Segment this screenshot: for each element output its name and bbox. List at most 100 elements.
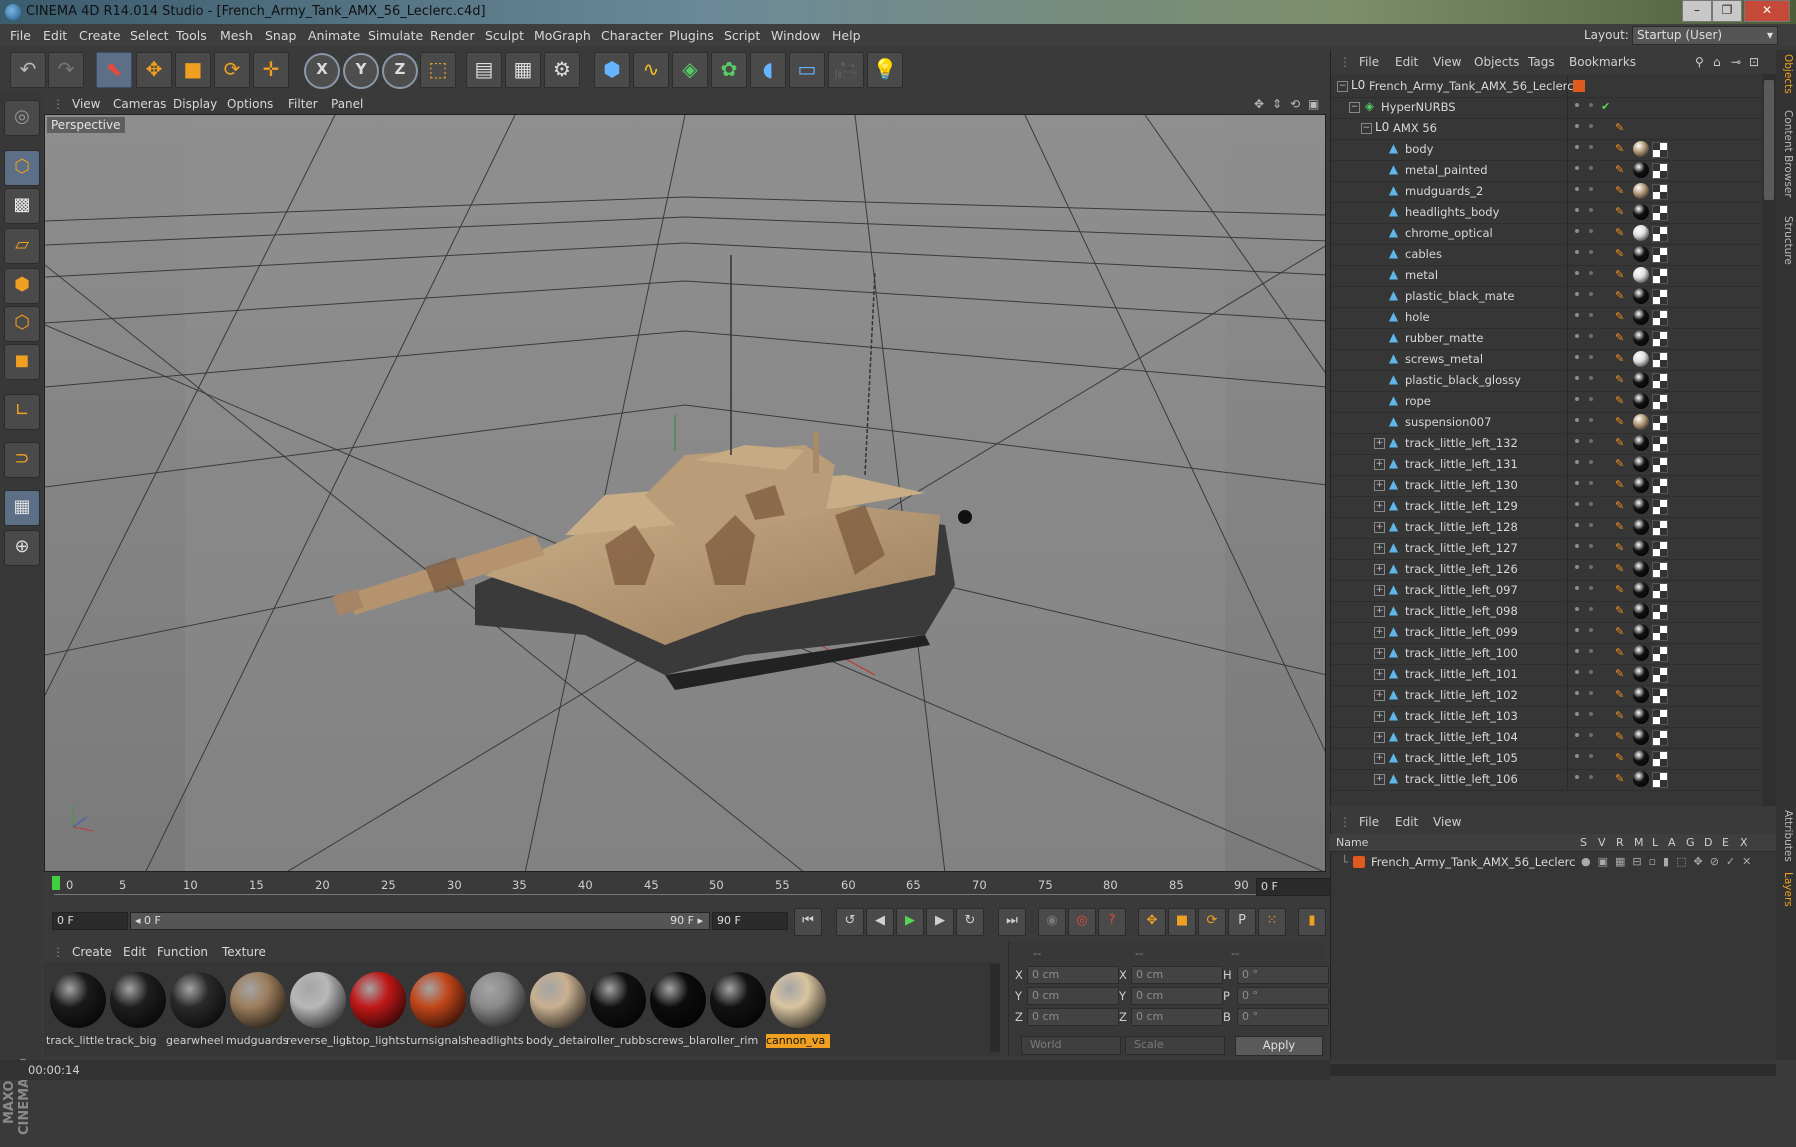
material-tag-icon[interactable] [1633,414,1649,430]
key-scale-icon[interactable]: ■ [1168,908,1196,936]
visibility-dots[interactable] [1575,649,1579,653]
menu-window[interactable]: Window [771,28,820,43]
menu-file[interactable]: File [10,28,31,43]
tree-row[interactable]: + ▲ track_little_left_129 ✎ [1331,496,1762,518]
menu-help[interactable]: Help [832,28,861,43]
expand-icon[interactable]: + [1374,438,1385,449]
render-picture-viewer-icon[interactable]: ▦ [505,52,541,88]
phong-tag-icon[interactable]: ✎ [1615,269,1627,281]
visibility-dots[interactable] [1575,376,1579,380]
material-tag-icon[interactable] [1633,687,1649,703]
menu-edit[interactable]: Edit [43,28,67,43]
uvw-tag-icon[interactable] [1652,688,1668,704]
phong-tag-icon[interactable]: ✎ [1615,563,1627,575]
rot-h-field[interactable]: 0 ° [1237,966,1329,984]
tree-row-group[interactable]: − L0 AMX 56 ✎ [1331,118,1762,140]
visibility-dots[interactable] [1575,166,1579,170]
phong-tag-icon[interactable]: ✎ [1615,584,1627,596]
col-generators[interactable]: G [1686,836,1695,849]
vp-menu-panel[interactable]: Panel [331,97,363,111]
uvw-tag-icon[interactable] [1652,604,1668,620]
x-axis-lock-icon[interactable]: X [304,53,340,89]
tree-row[interactable]: ▲ metal ✎ [1331,265,1762,287]
expand-icon[interactable]: + [1374,501,1385,512]
keyframe-selection-icon[interactable]: ? [1098,908,1126,936]
visibility-dots[interactable] [1575,229,1579,233]
col-view[interactable]: V [1598,836,1606,849]
search-icon[interactable]: ⚲ [1695,55,1704,69]
move-icon[interactable]: ✥ [136,52,172,88]
visibility-dots[interactable] [1575,691,1579,695]
undo-icon[interactable]: ↶ [10,52,46,88]
live-selection-icon[interactable]: ⬉ [96,52,132,88]
key-parameter-icon[interactable]: P [1228,908,1256,936]
tree-row[interactable]: + ▲ track_little_left_105 ✎ [1331,748,1762,770]
snapping-icon[interactable]: ▦ [4,490,40,526]
visibility-dots[interactable] [1575,208,1579,212]
tree-row[interactable]: + ▲ track_little_left_128 ✎ [1331,517,1762,539]
material-swatch[interactable]: roller_rim [706,970,770,1052]
camera-icon[interactable]: 🎥 [828,52,864,88]
col-expressions[interactable]: E [1722,836,1729,849]
prev-frame-icon[interactable]: ◀ [866,908,894,936]
phong-tag-icon[interactable]: ✎ [1615,752,1627,764]
menu-select[interactable]: Select [130,28,169,43]
phong-tag-icon[interactable]: ✎ [1615,542,1627,554]
tree-row[interactable]: ▲ body ✎ [1331,139,1762,161]
material-scrollbar[interactable] [990,964,1000,1052]
phong-tag-icon[interactable]: ✎ [1615,773,1627,785]
uvw-tag-icon[interactable] [1652,436,1668,452]
vp-menu-cameras[interactable]: Cameras [113,97,166,111]
material-tag-icon[interactable] [1633,309,1649,325]
expand-icon[interactable]: + [1374,669,1385,680]
goto-start-icon[interactable]: ⏮ [794,908,822,936]
uvw-tag-icon[interactable] [1652,730,1668,746]
tree-row[interactable]: + ▲ track_little_left_127 ✎ [1331,538,1762,560]
minimize-button[interactable]: – [1682,0,1712,22]
col-locked[interactable]: L [1652,836,1658,849]
tree-row[interactable]: ▲ screws_metal ✎ [1331,349,1762,371]
om-menu-objects[interactable]: Objects [1474,55,1519,69]
visibility-dots[interactable] [1575,733,1579,737]
apply-button[interactable]: Apply [1235,1036,1323,1056]
om-menu-bookmarks[interactable]: Bookmarks [1569,55,1636,69]
perspective-viewport[interactable]: Perspective [44,114,1326,872]
edges-mode-icon[interactable]: ⬡ [4,306,40,342]
workplane-lock-icon[interactable]: ⊕ [4,530,40,566]
uvw-tag-icon[interactable] [1652,331,1668,347]
phong-tag-icon[interactable]: ✎ [1615,143,1627,155]
phong-tag-icon[interactable]: ✎ [1615,668,1627,680]
material-tag-icon[interactable] [1633,561,1649,577]
scroll-thumb[interactable] [1764,80,1774,200]
tree-row[interactable]: ▲ rubber_matte ✎ [1331,328,1762,350]
expand-icon[interactable]: + [1374,543,1385,554]
material-tag-icon[interactable] [1633,708,1649,724]
phong-tag-icon[interactable]: ✎ [1615,332,1627,344]
new-panel-icon[interactable]: ⊡ [1749,55,1759,69]
tree-row[interactable]: ▲ hole ✎ [1331,307,1762,329]
uvw-tag-icon[interactable] [1652,205,1668,221]
material-tag-icon[interactable] [1633,267,1649,283]
om-menu-file[interactable]: File [1359,55,1379,69]
mat-menu-edit[interactable]: Edit [123,945,146,959]
uvw-tag-icon[interactable] [1652,583,1668,599]
phong-tag-icon[interactable]: ✎ [1615,248,1627,260]
material-tag-icon[interactable] [1633,498,1649,514]
scheme-settings-icon[interactable]: ▮ [1298,908,1326,936]
tree-row-hypernurbs[interactable]: − ◈ HyperNURBS ✔ [1331,97,1762,119]
phong-tag-icon[interactable]: ✎ [1615,395,1627,407]
material-swatch[interactable]: turnsignals [406,970,470,1052]
expand-icon[interactable]: + [1374,564,1385,575]
material-tag-icon[interactable] [1633,645,1649,661]
visibility-dots[interactable] [1575,292,1579,296]
uvw-tag-icon[interactable] [1652,646,1668,662]
size-z-field[interactable]: 0 cm [1131,1008,1223,1026]
uvw-tag-icon[interactable] [1652,184,1668,200]
layer-menu-view[interactable]: View [1433,815,1461,829]
menu-animate[interactable]: Animate [308,28,360,43]
om-menu-view[interactable]: View [1433,55,1461,69]
enabled-check-icon[interactable]: ✔ [1601,101,1613,113]
array-icon[interactable]: ✿ [711,52,747,88]
uvw-tag-icon[interactable] [1652,415,1668,431]
tree-row[interactable]: + ▲ track_little_left_131 ✎ [1331,454,1762,476]
